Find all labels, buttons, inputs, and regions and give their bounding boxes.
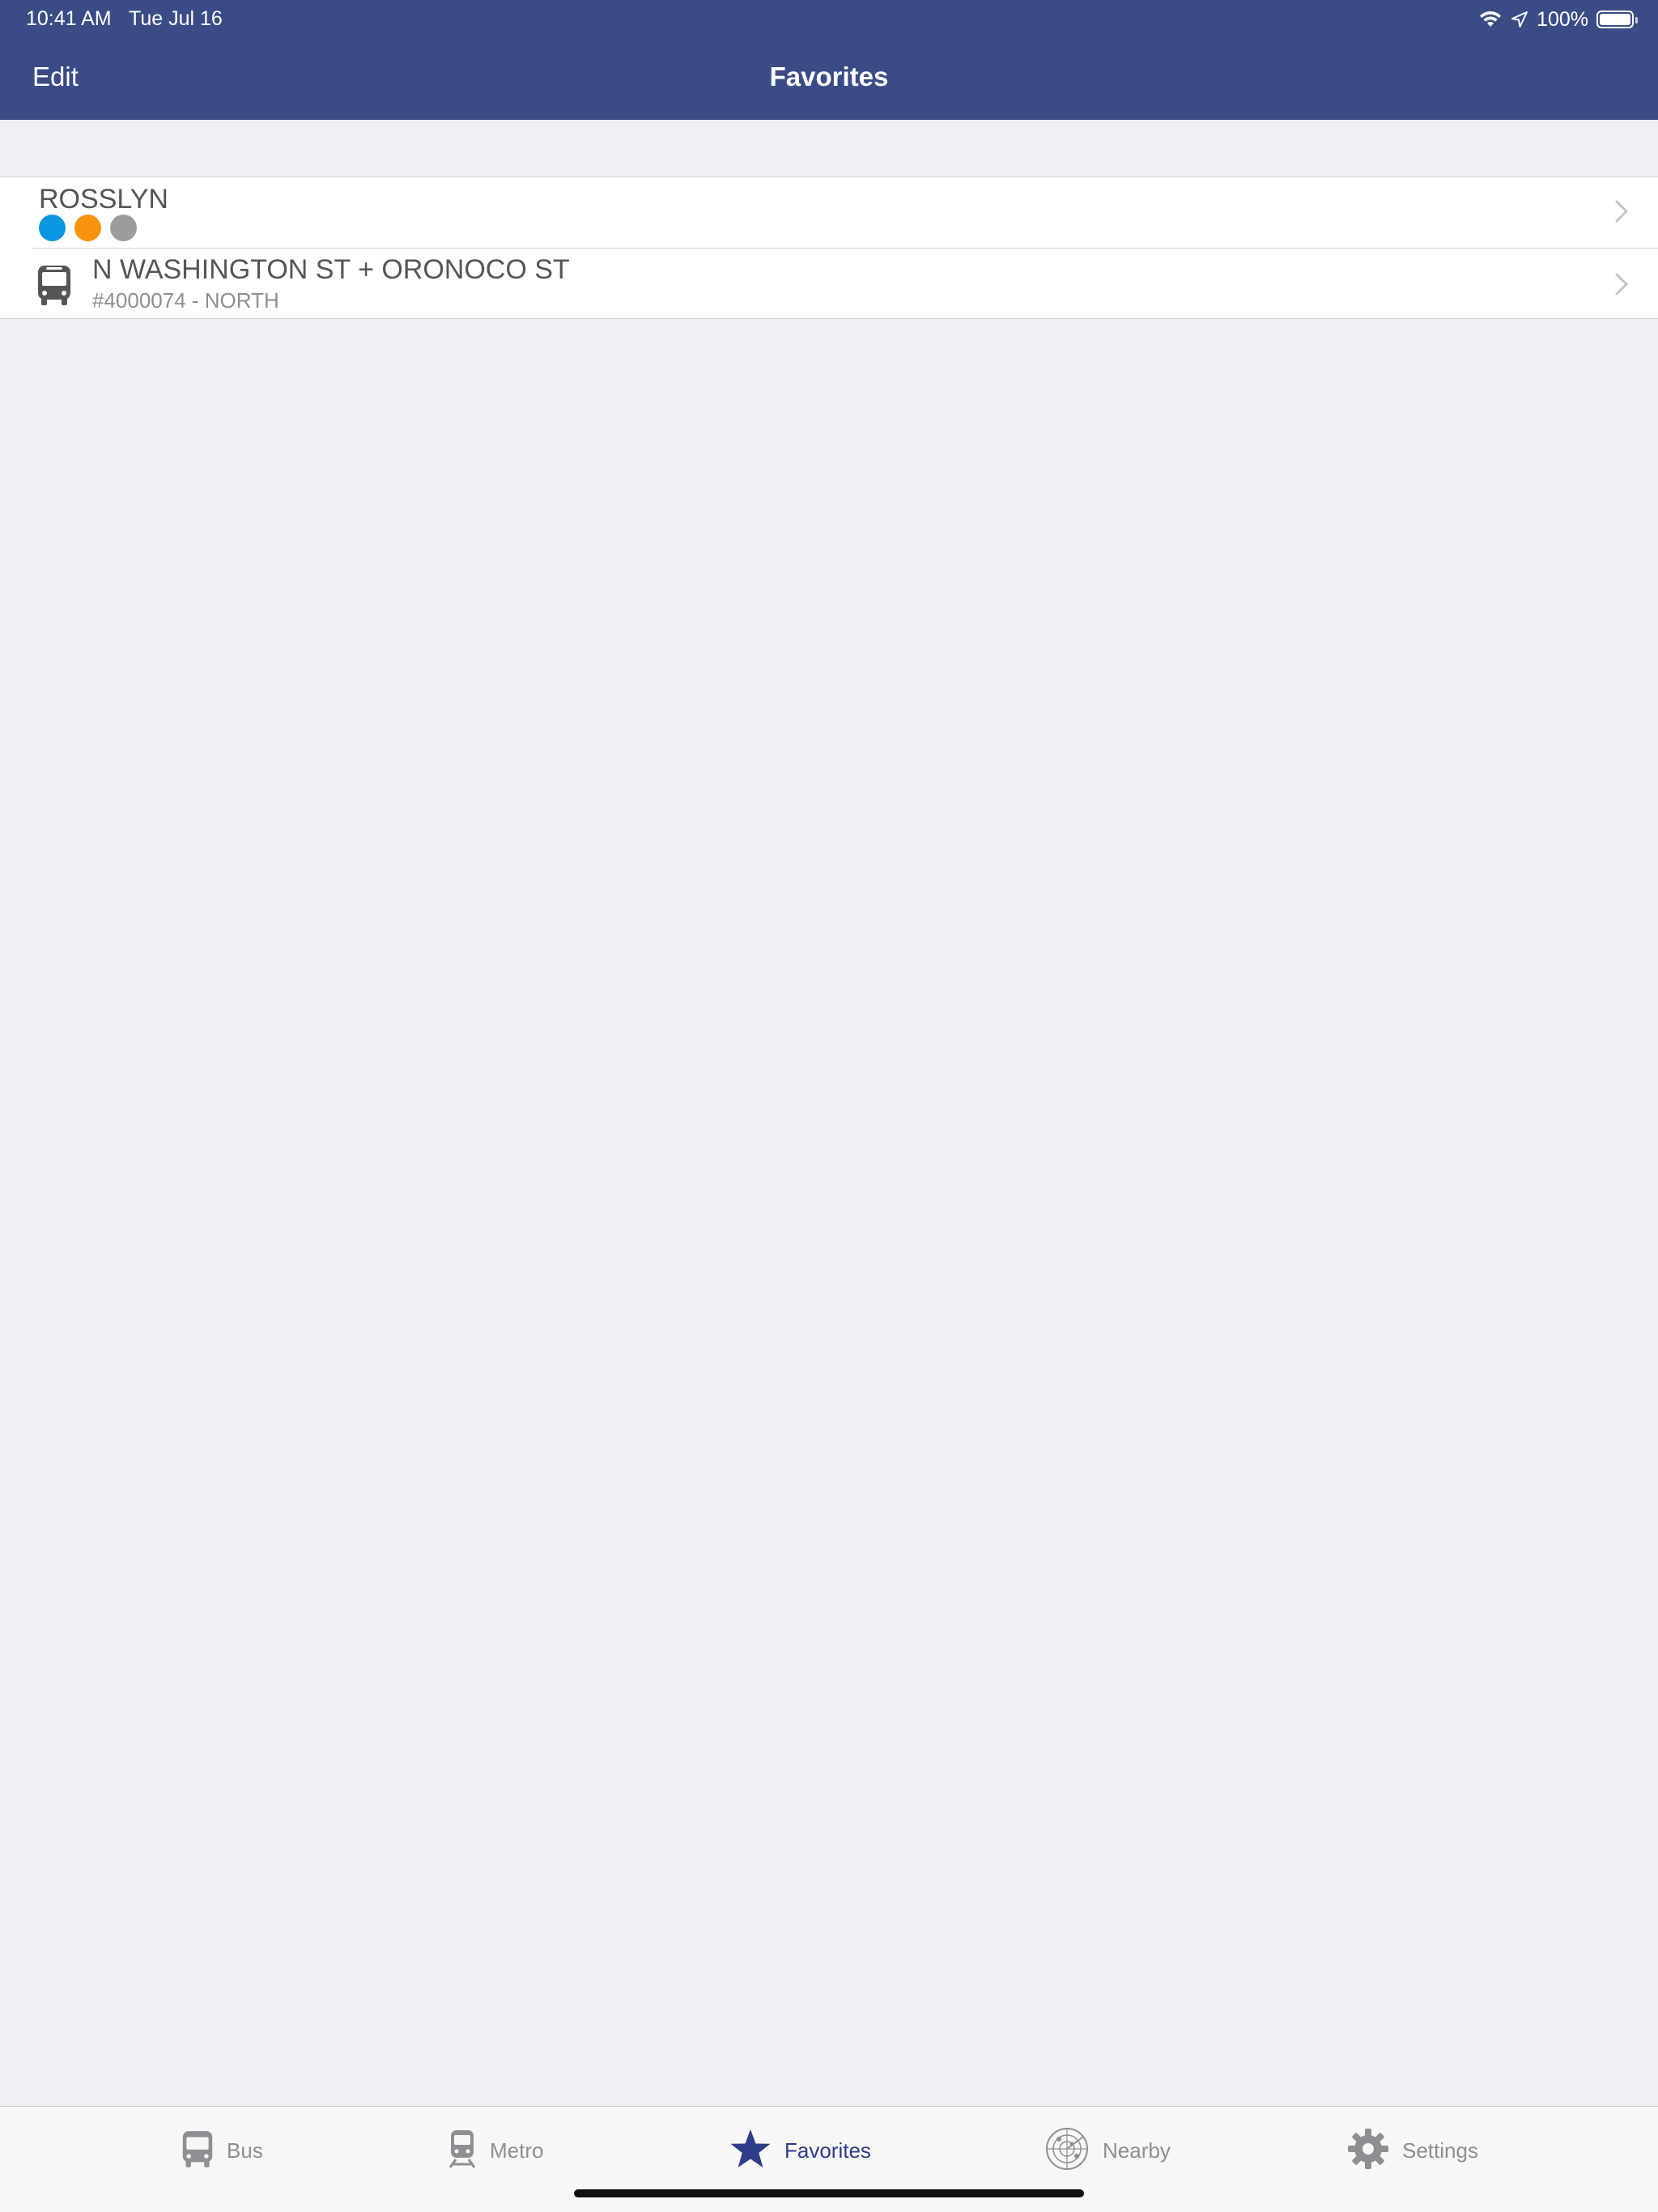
- train-icon: [448, 2129, 477, 2173]
- chevron-right-icon: [1614, 272, 1629, 300]
- tab-nearby[interactable]: Nearby: [1044, 2126, 1171, 2176]
- battery-icon: [1596, 11, 1638, 28]
- tab-settings[interactable]: Settings: [1347, 2128, 1478, 2173]
- metro-line-dots: [39, 215, 137, 241]
- chevron-right-icon: [1614, 199, 1629, 228]
- bus-stop-subtitle: #4000074 - NORTH: [92, 288, 279, 313]
- bus-stop-name: N WASHINGTON ST + ORONOCO ST: [92, 254, 570, 285]
- header: 10:41 AM Tue Jul 16 100% Edit Favorites: [0, 0, 1658, 120]
- navigation-bar: Edit Favorites: [0, 39, 1658, 120]
- battery-percent: 100%: [1537, 7, 1588, 31]
- wifi-icon: [1478, 10, 1503, 29]
- favorites-list: ROSSLYN N WASHINGTON ST + ORONOCO ST #40…: [0, 177, 1658, 319]
- bus-icon: [181, 2129, 214, 2172]
- bus-icon: [36, 264, 72, 310]
- star-icon: [729, 2128, 772, 2174]
- metro-line-dot: [110, 215, 137, 241]
- home-indicator[interactable]: [574, 2189, 1084, 2197]
- status-date: Tue Jul 16: [129, 7, 223, 30]
- radar-icon: [1044, 2126, 1090, 2176]
- favorite-row-bus-stop[interactable]: N WASHINGTON ST + ORONOCO ST #4000074 - …: [0, 248, 1658, 318]
- tab-metro[interactable]: Metro: [448, 2128, 543, 2173]
- location-arrow-icon: [1511, 11, 1528, 28]
- favorite-row-rosslyn[interactable]: ROSSLYN: [0, 177, 1658, 248]
- page-title: Favorites: [769, 62, 889, 91]
- tab-favorites[interactable]: Favorites: [729, 2128, 871, 2173]
- status-bar: 10:41 AM Tue Jul 16 100%: [0, 0, 1658, 39]
- metro-line-dot: [39, 215, 66, 241]
- tab-label: Settings: [1402, 2138, 1478, 2163]
- status-time: 10:41 AM: [26, 7, 112, 30]
- tab-label: Favorites: [784, 2138, 871, 2163]
- tab-bus[interactable]: Bus: [181, 2128, 263, 2173]
- tab-label: Bus: [227, 2138, 263, 2163]
- tab-label: Metro: [490, 2138, 544, 2163]
- metro-line-dot: [74, 215, 101, 241]
- station-name: ROSSLYN: [39, 184, 168, 215]
- gear-icon: [1347, 2128, 1389, 2174]
- status-indicators: 100%: [1478, 5, 1638, 34]
- tab-label: Nearby: [1103, 2138, 1171, 2163]
